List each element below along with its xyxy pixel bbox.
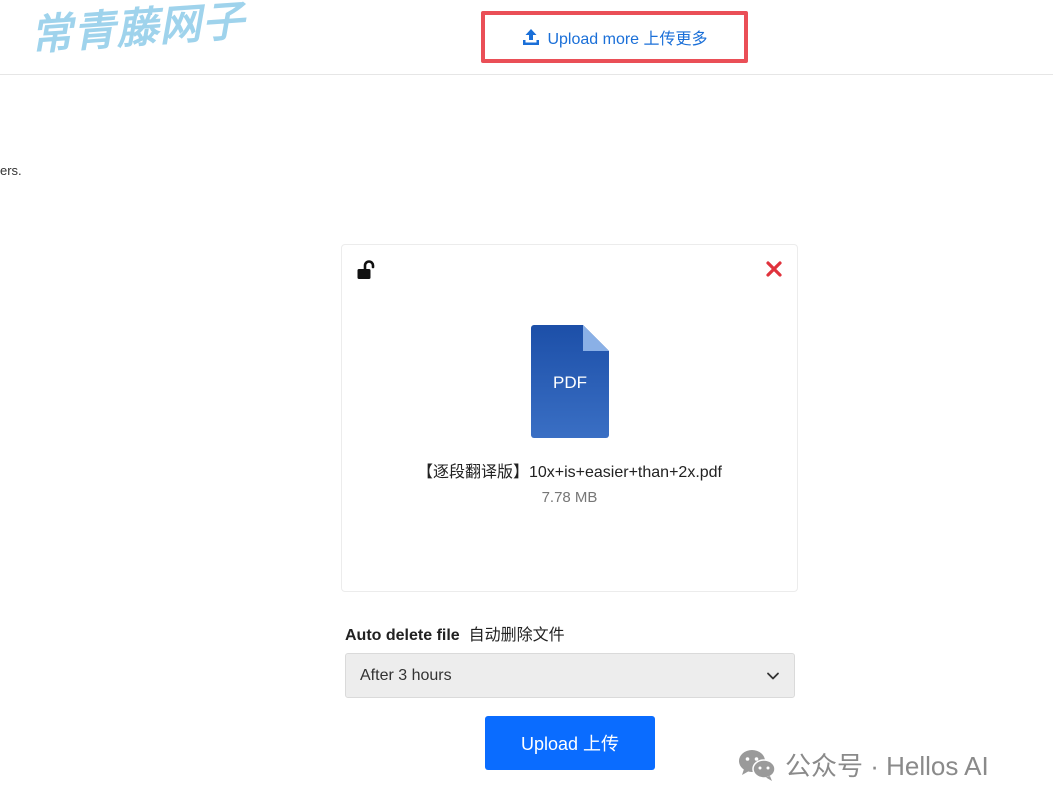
auto-delete-label-cn: 自动删除文件	[468, 627, 565, 644]
wechat-watermark-text: 公众号 · Hellos AI	[785, 751, 989, 781]
auto-delete-selected-value: After 3 hours	[360, 666, 452, 684]
wechat-icon	[739, 749, 776, 781]
description-text: ers.	[0, 163, 22, 178]
top-bar: 常青藤网子 Upload more 上传更多	[0, 0, 1053, 75]
file-card: PDF 【逐段翻译版】10x+is+easier+than+2x.pdf 7.7…	[341, 244, 798, 592]
auto-delete-label-en: Auto delete file	[345, 627, 460, 644]
file-size: 7.78 MB	[541, 489, 598, 506]
auto-delete-select[interactable]: After 3 hours	[345, 653, 795, 698]
upload-more-button[interactable]: Upload more 上传更多	[481, 11, 748, 63]
close-icon[interactable]	[764, 259, 784, 279]
upload-button[interactable]: Upload 上传	[485, 716, 655, 770]
pdf-file-icon: PDF	[531, 325, 609, 438]
chevron-down-icon	[767, 672, 779, 680]
file-name: 【逐段翻译版】10x+is+easier+than+2x.pdf	[416, 464, 723, 481]
auto-delete-label: Auto delete file 自动删除文件	[345, 621, 565, 645]
pdf-icon-label: PDF	[553, 373, 587, 392]
wechat-watermark: 公众号 · Hellos AI	[737, 746, 989, 783]
watermark-text: 常青藤网子	[28, 0, 247, 60]
unlock-icon[interactable]	[356, 259, 378, 281]
upload-icon	[523, 29, 540, 45]
upload-more-label: Upload more 上传更多	[547, 31, 708, 48]
